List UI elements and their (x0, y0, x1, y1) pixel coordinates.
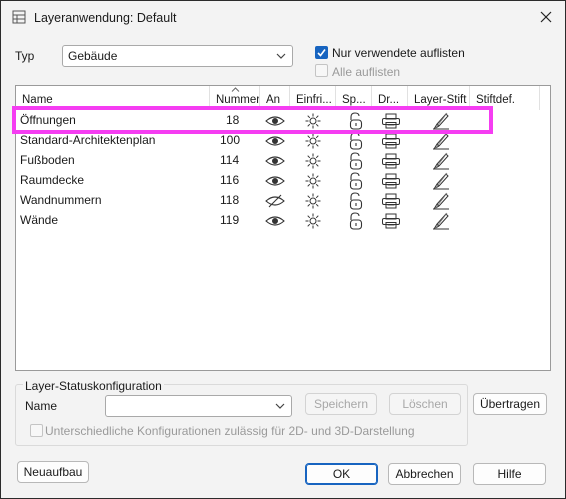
printer-icon[interactable] (380, 211, 402, 231)
typ-select-value: Gebäude (68, 49, 118, 63)
title-bar: Layeranwendung: Default (1, 1, 565, 33)
app-icon (12, 10, 26, 24)
table-row[interactable]: Standard-Architektenplan 100 (16, 131, 550, 151)
typ-label: Typ (15, 49, 35, 63)
lock-icon[interactable] (345, 131, 367, 151)
table-row[interactable]: Raumdecke 116 (16, 171, 550, 191)
pen-icon[interactable] (430, 131, 452, 151)
sun-icon[interactable] (302, 211, 324, 231)
help-button[interactable]: Hilfe (473, 463, 546, 485)
different-configs-checkbox[interactable] (30, 424, 43, 437)
list-all-label: Alle auflisten (332, 65, 401, 79)
layer-number: 100 (220, 133, 241, 147)
printer-icon[interactable] (380, 191, 402, 211)
pen-icon[interactable] (430, 191, 452, 211)
sun-icon[interactable] (302, 151, 324, 171)
list-all-checkbox[interactable] (315, 64, 328, 77)
layer-number: 119 (220, 213, 240, 227)
only-used-checkbox[interactable] (315, 46, 328, 59)
pen-icon[interactable] (430, 171, 452, 191)
only-used-label: Nur verwendete auflisten (332, 46, 465, 60)
table-row[interactable]: Fußboden 114 (16, 151, 550, 171)
checkmark-icon (317, 49, 326, 57)
table-row[interactable]: Wände 119 (16, 211, 550, 231)
eye-icon[interactable] (264, 211, 286, 231)
layer-usage-dialog: Layeranwendung: Default Typ Gebäude Nur … (0, 0, 566, 499)
sun-icon[interactable] (302, 171, 324, 191)
sun-icon[interactable] (302, 191, 324, 211)
different-configs-label: Unterschiedliche Konfigurationen zulässi… (45, 424, 415, 438)
printer-icon[interactable] (380, 131, 402, 151)
sun-icon[interactable] (302, 131, 324, 151)
printer-icon[interactable] (380, 171, 402, 191)
layer-name: Fußboden (20, 153, 75, 167)
window-title: Layeranwendung: Default (34, 11, 177, 25)
close-icon (540, 11, 552, 23)
transfer-button[interactable]: Übertragen (473, 393, 547, 415)
layer-name: Wände (20, 213, 59, 227)
eye-icon[interactable] (264, 171, 286, 191)
printer-icon[interactable] (380, 151, 402, 171)
config-name-select[interactable] (105, 395, 292, 417)
lock-icon[interactable] (345, 151, 367, 171)
layer-number: 118 (220, 193, 240, 207)
layer-name: Standard-Architektenplan (20, 133, 156, 147)
ok-button[interactable]: OK (305, 463, 378, 485)
pen-icon[interactable] (430, 151, 452, 171)
eye-icon[interactable] (264, 151, 286, 171)
rebuild-button[interactable]: Neuaufbau (17, 461, 89, 483)
chevron-down-icon (276, 53, 286, 59)
lock-icon[interactable] (345, 171, 367, 191)
chevron-down-icon (275, 403, 285, 409)
layer-status-group-label: Layer-Statuskonfiguration (23, 379, 164, 393)
table-row[interactable]: Wandnummern 118 (16, 191, 550, 211)
highlight-box (12, 106, 493, 134)
layer-number: 114 (220, 153, 240, 167)
layer-number: 116 (220, 173, 240, 187)
cancel-button[interactable]: Abbrechen (388, 463, 461, 485)
close-button[interactable] (533, 6, 559, 28)
delete-config-button[interactable]: Löschen (389, 393, 461, 415)
lock-icon[interactable] (345, 191, 367, 211)
eye-off-icon[interactable] (264, 191, 286, 211)
lock-icon[interactable] (345, 211, 367, 231)
eye-icon[interactable] (264, 131, 286, 151)
config-name-label: Name (25, 399, 58, 413)
sort-ascending-icon (231, 87, 240, 92)
typ-select[interactable]: Gebäude (62, 45, 293, 67)
save-config-button[interactable]: Speichern (305, 393, 377, 415)
layer-name: Wandnummern (20, 193, 102, 207)
layer-name: Raumdecke (20, 173, 85, 187)
pen-icon[interactable] (430, 211, 452, 231)
